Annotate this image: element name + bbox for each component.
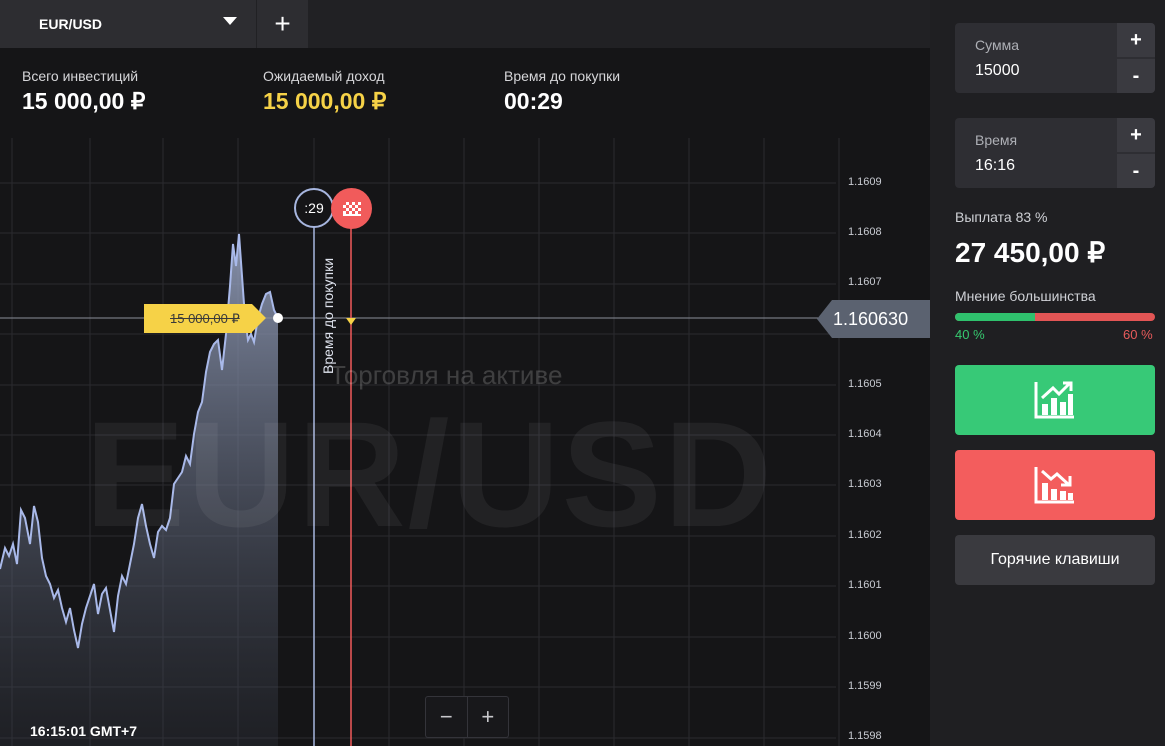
amount-field[interactable]: Сумма 15000 + - [955, 23, 1155, 93]
time-value[interactable]: 16:16 [975, 157, 1015, 175]
majority-opinion-label: Мнение большинства [955, 288, 1096, 304]
y-tick: 1.1598 [848, 730, 882, 742]
zoom-out-button[interactable]: − [426, 697, 468, 737]
payout-label: Выплата [955, 209, 1012, 225]
amount-value[interactable]: 15000 [975, 62, 1020, 80]
expected-income-label: Ожидаемый доход [263, 68, 385, 84]
y-tick: 1.1601 [848, 579, 882, 591]
investment-tag: 15 000,00 ₽ [144, 304, 266, 333]
current-price-value: 1.160630 [832, 300, 930, 338]
y-tick: 1.1604 [848, 428, 882, 440]
asset-tab-label: EUR/USD [39, 16, 103, 32]
trade-down-button[interactable] [955, 450, 1155, 520]
time-to-purchase-stat: Время до покупки 00:29 [504, 68, 620, 115]
y-tick: 1.1602 [848, 529, 882, 541]
expected-income-stat: Ожидаемый доход 15 000,00 ₽ [263, 68, 386, 115]
chevron-down-icon[interactable] [223, 17, 237, 25]
finish-flag-icon [331, 188, 372, 229]
amount-label: Сумма [975, 37, 1019, 53]
expected-income-value: 15 000,00 ₽ [263, 88, 387, 114]
y-tick: 1.1609 [848, 176, 882, 188]
time-increase-button[interactable]: + [1117, 118, 1155, 152]
time-to-purchase-value: 00:29 [504, 88, 563, 114]
total-investment-label: Всего инвестиций [22, 68, 139, 84]
y-tick: 1.1603 [848, 478, 882, 490]
current-point [273, 313, 283, 323]
asset-watermark-subtitle: Торговля на активе [330, 360, 563, 390]
asset-watermark: EUR/USD [85, 390, 775, 558]
expiry-marker [346, 318, 356, 325]
total-investment-stat: Всего инвестиций 15 000,00 ₽ [22, 68, 145, 115]
majority-down-percent: 60 % [1123, 327, 1153, 342]
time-field[interactable]: Время 16:16 + - [955, 118, 1155, 188]
add-tab-button[interactable]: + [257, 0, 308, 48]
majority-up-percent: 40 % [955, 327, 985, 342]
chart-time-label: 16:15:01 GMT+7 [30, 723, 137, 739]
y-tick: 1.1608 [848, 226, 882, 238]
asset-tabs-bar: EUR/USD + [0, 0, 930, 48]
y-tick: 1.1607 [848, 276, 882, 288]
investment-tag-value: 15 000,00 ₽ [170, 311, 240, 326]
purchase-line-label: Время до покупки [320, 257, 336, 374]
time-decrease-button[interactable]: - [1117, 154, 1155, 188]
chart-area[interactable]: Всего инвестиций 15 000,00 ₽ Ожидаемый д… [0, 48, 930, 746]
purchase-timer: :29 [294, 188, 334, 228]
y-tick: 1.1605 [848, 378, 882, 390]
y-tick: 1.1600 [848, 630, 882, 642]
majority-opinion-bar [955, 313, 1155, 321]
trade-panel: Сумма 15000 + - Время 16:16 + - Выплата … [930, 0, 1165, 746]
asset-tab[interactable]: EUR/USD [0, 0, 256, 48]
time-label: Время [975, 132, 1018, 148]
time-to-purchase-label: Время до покупки [504, 68, 621, 84]
zoom-in-button[interactable]: + [468, 697, 509, 737]
chart-down-icon [1034, 467, 1074, 504]
amount-increase-button[interactable]: + [1117, 23, 1155, 57]
hotkeys-button[interactable]: Горячие клавиши [955, 535, 1155, 585]
current-price-tag: 1.160630 [817, 300, 930, 338]
payout-percent: 83 % [1015, 209, 1048, 225]
trading-app: EUR/USD + Всего инвестиций 15 000,00 ₽ О… [0, 0, 1165, 746]
total-investment-value: 15 000,00 ₽ [22, 88, 146, 114]
amount-decrease-button[interactable]: - [1117, 59, 1155, 93]
trade-up-button[interactable] [955, 365, 1155, 435]
payout-label-row: Выплата 83 % [955, 209, 1047, 225]
y-tick: 1.1599 [848, 680, 882, 692]
payout-value: 27 450,00 ₽ [955, 237, 1106, 268]
chart-up-icon [1034, 381, 1074, 419]
zoom-controls: − + [425, 696, 509, 738]
